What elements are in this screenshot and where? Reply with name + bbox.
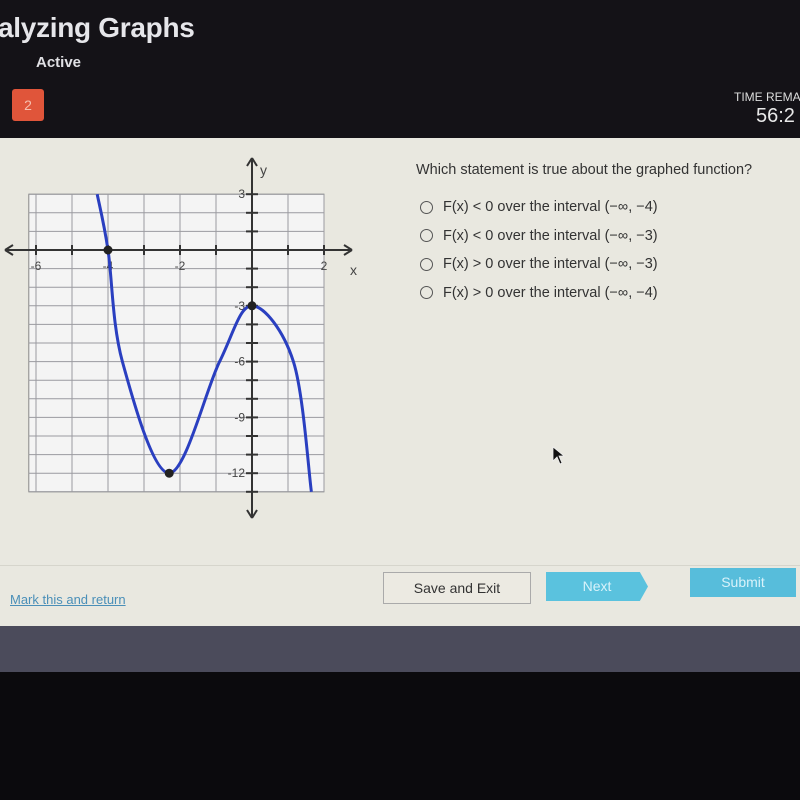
- option-label: F(x) > 0 over the interval (−∞, −3): [443, 256, 658, 272]
- y-tick-label: -9: [234, 410, 245, 424]
- y-tick-label: 3: [238, 187, 245, 201]
- status-label: Active: [36, 54, 82, 71]
- header: alyzing Graphs Active 2 TIME REMAI 56:2: [0, 0, 800, 138]
- y-tick-label: -6: [234, 355, 245, 369]
- answer-option[interactable]: F(x) < 0 over the interval (−∞, −3): [420, 228, 658, 244]
- x-tick-label: -6: [31, 259, 42, 273]
- marked-point: [103, 245, 113, 255]
- option-label: F(x) < 0 over the interval (−∞, −3): [443, 227, 658, 244]
- x-axis-label: x: [350, 262, 357, 278]
- question-prompt: Which statement is true about the graphe…: [416, 162, 753, 178]
- screen-bezel: [0, 626, 800, 672]
- page-title: alyzing Graphs: [0, 12, 195, 43]
- mouse-cursor-icon: [552, 446, 566, 465]
- radio-button[interactable]: [420, 257, 433, 271]
- y-tick-label: -12: [228, 466, 246, 480]
- marked-point: [247, 301, 257, 311]
- marked-point: [164, 468, 174, 478]
- answer-option[interactable]: F(x) > 0 over the interval (−∞, −3): [420, 256, 658, 272]
- x-tick-label: 2: [321, 259, 328, 273]
- divider: [0, 565, 800, 566]
- radio-button[interactable]: [420, 286, 433, 299]
- submit-button[interactable]: Submit: [690, 568, 796, 597]
- radio-button[interactable]: [420, 200, 433, 214]
- answer-option[interactable]: F(x) > 0 over the interval (−∞, −4): [420, 285, 658, 301]
- save-and-exit-button[interactable]: Save and Exit: [383, 572, 531, 604]
- question-number-badge[interactable]: 2: [12, 89, 44, 121]
- time-remaining-label: TIME REMAI: [734, 90, 800, 104]
- function-graph: -6 -4 -2 23-3-6-9-12xy: [4, 157, 357, 519]
- next-button[interactable]: Next: [546, 572, 648, 601]
- option-label: F(x) < 0 over the interval (−∞, −4): [443, 199, 658, 215]
- y-axis-label: y: [260, 162, 267, 178]
- radio-button[interactable]: [420, 229, 433, 242]
- answer-option[interactable]: F(x) < 0 over the interval (−∞, −4): [420, 199, 658, 215]
- x-tick-label: -2: [175, 259, 186, 273]
- mark-and-return-link[interactable]: Mark this and return: [10, 592, 126, 607]
- time-remaining-value: 56:2: [756, 105, 795, 127]
- option-label: F(x) > 0 over the interval (−∞, −4): [443, 284, 658, 301]
